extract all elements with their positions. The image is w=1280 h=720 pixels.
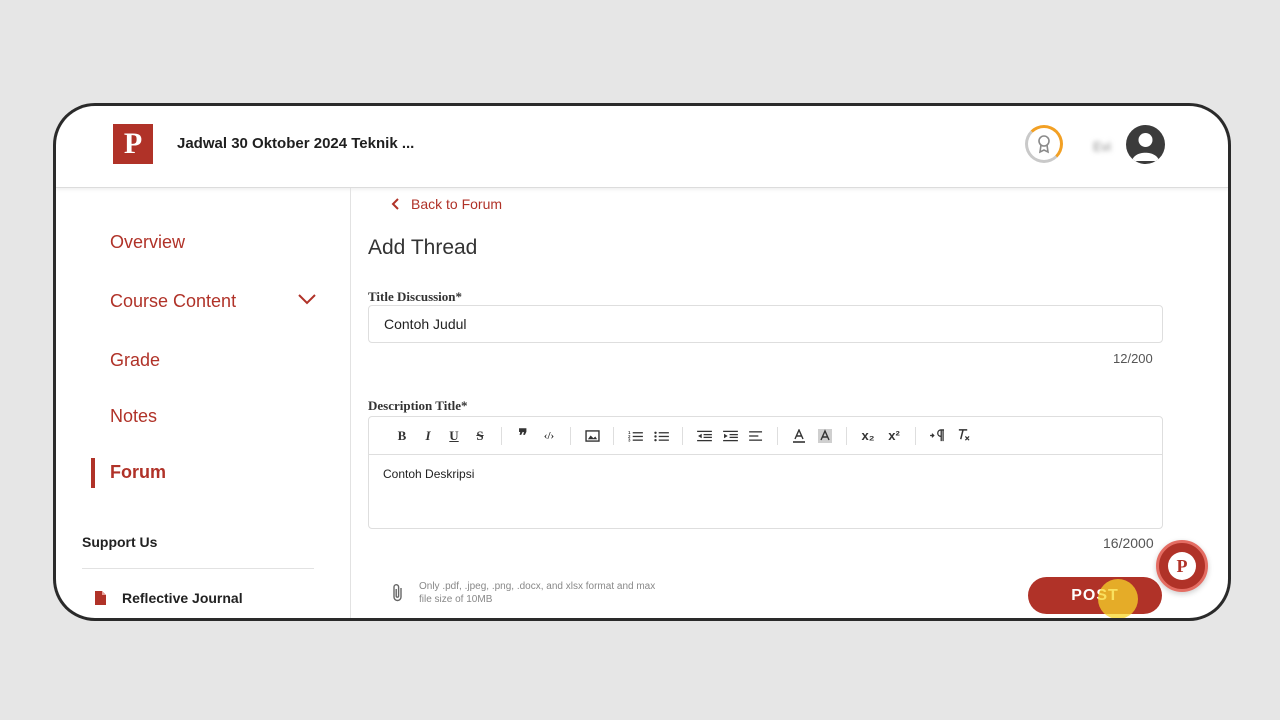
editor-toolbar: B I U S ❞ ‹/› 1 2 3 x₂ x² xyxy=(369,417,1162,455)
sidebar-item-grade[interactable]: Grade xyxy=(110,350,160,371)
avatar[interactable] xyxy=(1126,125,1165,164)
title-field-label: Title Discussion* xyxy=(368,289,463,304)
back-to-forum-label: Back to Forum xyxy=(411,196,503,212)
toolbar-divider xyxy=(846,426,847,445)
text-color-icon xyxy=(793,428,805,443)
toolbar-divider xyxy=(682,426,683,445)
title-input[interactable] xyxy=(368,305,1163,343)
indent-button[interactable] xyxy=(717,425,743,447)
course-title: Jadwal 30 Oktober 2024 Teknik ... xyxy=(177,135,415,152)
image-button[interactable] xyxy=(579,425,605,447)
bullet-list-icon xyxy=(653,431,669,441)
app-screen: P Jadwal 30 Oktober 2024 Teknik ... Evi … xyxy=(56,106,1228,618)
attach-file-button[interactable]: Only .pdf, .jpeg, .png, .docx, and xlsx … xyxy=(391,580,669,606)
bullet-list-button[interactable] xyxy=(648,425,674,447)
outdent-button[interactable] xyxy=(691,425,717,447)
document-icon xyxy=(95,591,106,605)
brand-logo[interactable]: P xyxy=(113,124,153,164)
description-field-label: Description Title* xyxy=(368,398,468,413)
clear-format-button[interactable] xyxy=(950,425,976,447)
description-char-counter: 16/2000 xyxy=(1103,535,1154,551)
post-button[interactable]: POST xyxy=(1028,577,1162,614)
outdent-icon xyxy=(696,430,712,441)
chevron-left-icon xyxy=(391,198,399,210)
align-button[interactable] xyxy=(743,425,769,447)
toolbar-divider xyxy=(777,426,778,445)
chat-fab-button[interactable]: P xyxy=(1156,540,1208,592)
paperclip-icon xyxy=(393,584,402,602)
chevron-down-icon[interactable] xyxy=(297,292,317,306)
ribbon-icon xyxy=(1038,135,1050,154)
strikethrough-button[interactable]: S xyxy=(467,425,493,447)
svg-text:3: 3 xyxy=(628,437,631,441)
clear-format-icon xyxy=(958,429,969,441)
highlight-icon xyxy=(818,428,832,443)
user-name[interactable]: Evi xyxy=(1093,139,1111,154)
device-frame: P Jadwal 30 Oktober 2024 Teknik ... Evi … xyxy=(53,103,1231,621)
sidebar-item-course-content[interactable]: Course Content xyxy=(110,291,236,312)
align-left-icon xyxy=(748,430,762,441)
support-heading: Support Us xyxy=(82,534,158,550)
indent-icon xyxy=(722,430,738,441)
italic-button[interactable]: I xyxy=(415,425,441,447)
top-header: P Jadwal 30 Oktober 2024 Teknik ... Evi xyxy=(56,106,1228,188)
toolbar-divider xyxy=(570,426,571,445)
user-icon xyxy=(1132,133,1159,161)
achievement-badge-icon[interactable] xyxy=(1025,125,1063,163)
highlight-color-button[interactable] xyxy=(812,425,838,447)
underline-button[interactable]: U xyxy=(441,425,467,447)
image-icon xyxy=(584,429,600,442)
blockquote-button[interactable]: ❞ xyxy=(510,425,536,447)
code-button[interactable]: ‹/› xyxy=(536,425,562,447)
title-char-counter: 12/200 xyxy=(1113,351,1153,366)
text-direction-button[interactable] xyxy=(924,425,950,447)
toolbar-divider xyxy=(501,426,502,445)
subscript-button[interactable]: x₂ xyxy=(855,425,881,447)
active-indicator xyxy=(91,458,95,488)
attachment-note: Only .pdf, .jpeg, .png, .docx, and xlsx … xyxy=(419,581,656,605)
chat-logo-icon: P xyxy=(1168,552,1196,580)
description-editor: B I U S ❞ ‹/› 1 2 3 x₂ x² Contoh Deskrip… xyxy=(368,416,1163,529)
toolbar-divider xyxy=(613,426,614,445)
ordered-list-button[interactable]: 1 2 3 xyxy=(622,425,648,447)
sidebar-item-reflective-journal[interactable]: Reflective Journal xyxy=(94,590,243,606)
sidebar-item-forum[interactable]: Forum xyxy=(110,462,166,483)
sidebar-item-overview[interactable]: Overview xyxy=(110,232,185,253)
superscript-button[interactable]: x² xyxy=(881,425,907,447)
paragraph-direction-icon xyxy=(929,429,944,442)
back-to-forum-link[interactable]: Back to Forum xyxy=(391,196,502,212)
reflective-journal-label: Reflective Journal xyxy=(122,590,243,606)
toolbar-divider xyxy=(915,426,916,445)
page-title: Add Thread xyxy=(368,236,478,259)
sidebar: Overview Course Content Grade Notes Foru… xyxy=(56,188,351,618)
description-text-area[interactable]: Contoh Deskripsi xyxy=(369,455,1162,493)
ordered-list-icon: 1 2 3 xyxy=(628,430,643,442)
text-color-button[interactable] xyxy=(786,425,812,447)
sidebar-divider xyxy=(82,568,314,569)
sidebar-item-notes[interactable]: Notes xyxy=(110,406,157,427)
bold-button[interactable]: B xyxy=(389,425,415,447)
